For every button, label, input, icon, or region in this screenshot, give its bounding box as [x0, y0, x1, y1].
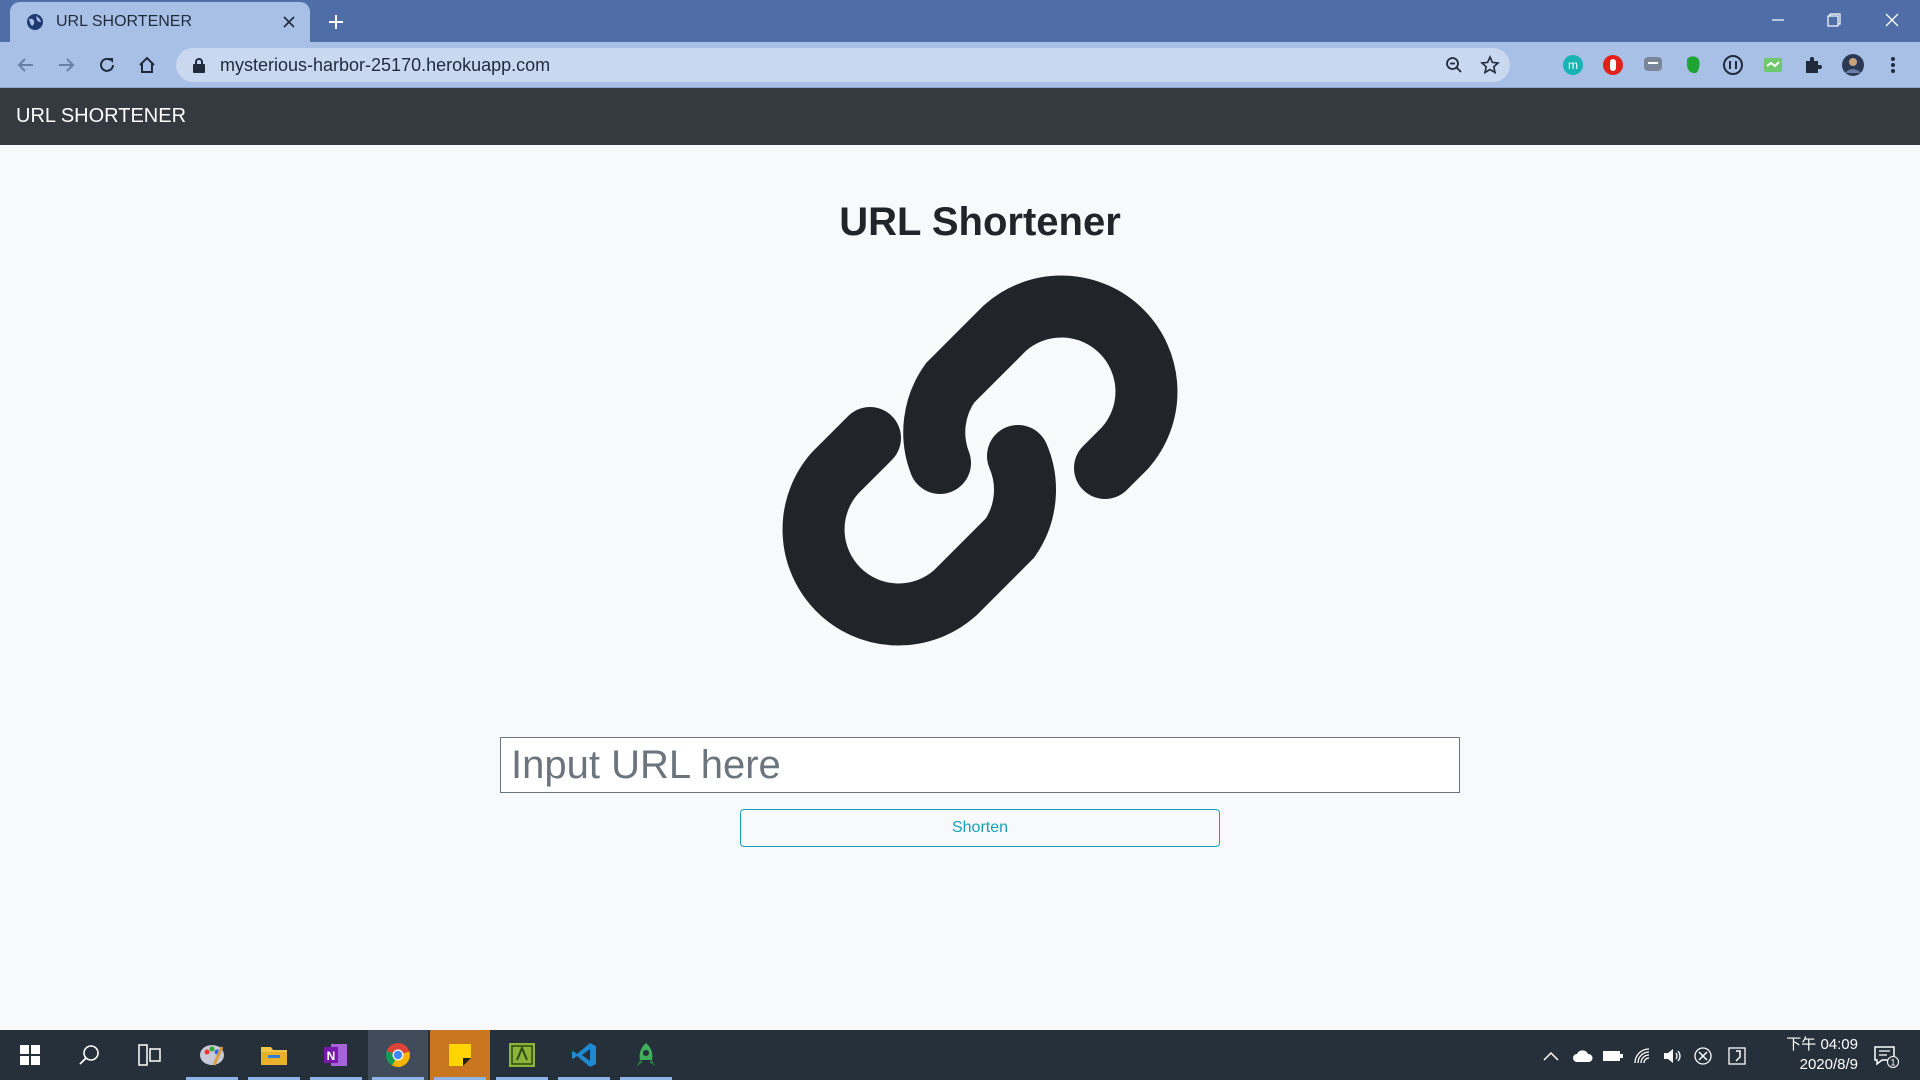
profile-avatar[interactable] — [1841, 53, 1865, 77]
paint-icon[interactable] — [182, 1030, 242, 1080]
lock-icon — [193, 58, 205, 73]
volume-icon[interactable] — [1662, 1045, 1684, 1067]
chevron-up-icon[interactable] — [1540, 1045, 1562, 1067]
menu-icon[interactable] — [1881, 53, 1905, 77]
ime-cancel-icon[interactable] — [1692, 1045, 1714, 1067]
app-rocket-icon[interactable] — [616, 1030, 676, 1080]
clock-date: 2020/8/9 — [1799, 1056, 1858, 1073]
restore-icon[interactable] — [1806, 0, 1862, 40]
page-title: URL Shortener — [839, 200, 1121, 244]
forward-icon[interactable] — [50, 49, 82, 81]
reload-icon[interactable] — [91, 49, 123, 81]
globe-icon — [27, 14, 43, 30]
onedrive-icon[interactable] — [1572, 1045, 1594, 1067]
home-icon[interactable] — [131, 49, 163, 81]
close-window-icon[interactable] — [1864, 0, 1920, 40]
ext-chat-icon[interactable] — [1641, 53, 1665, 77]
taskbar: N 下午 04:09 2020/8/9 1 — [0, 1030, 1920, 1080]
back-icon[interactable] — [10, 49, 42, 81]
notification-count: 1 — [1890, 1058, 1895, 1068]
app-green-icon[interactable] — [492, 1030, 552, 1080]
site-navbar: URL SHORTENER — [0, 88, 1920, 145]
browser-tab[interactable]: URL SHORTENER — [10, 2, 310, 42]
action-center-icon[interactable]: 1 — [1870, 1040, 1902, 1072]
battery-icon[interactable] — [1602, 1045, 1624, 1067]
svg-text:m: m — [1568, 58, 1578, 72]
ext-circle-icon[interactable] — [1721, 53, 1745, 77]
svg-text:N: N — [327, 1049, 336, 1063]
close-tab-icon[interactable] — [278, 11, 300, 33]
extensions-puzzle-icon[interactable] — [1801, 53, 1825, 77]
navbar-brand[interactable]: URL SHORTENER — [16, 88, 186, 145]
search-icon[interactable] — [60, 1030, 120, 1080]
browser-toolbar: mysterious-harbor-25170.herokuapp.com m — [0, 42, 1920, 88]
keyboard-input-icon[interactable] — [1726, 1045, 1748, 1067]
minimize-icon[interactable] — [1750, 0, 1806, 40]
task-view-icon[interactable] — [120, 1030, 180, 1080]
browser-tabstrip: URL SHORTENER — [0, 0, 1920, 42]
taskbar-clock[interactable]: 下午 04:09 2020/8/9 — [1758, 1035, 1858, 1075]
bookmark-star-icon[interactable] — [1474, 49, 1506, 81]
ext-red-icon[interactable] — [1601, 53, 1625, 77]
file-explorer-icon[interactable] — [244, 1030, 304, 1080]
url-input[interactable] — [500, 737, 1460, 793]
url-text: mysterious-harbor-25170.herokuapp.com — [220, 54, 551, 75]
clock-time: 下午 04:09 — [1786, 1036, 1858, 1053]
chrome-icon[interactable] — [368, 1030, 428, 1080]
address-bar[interactable]: mysterious-harbor-25170.herokuapp.com — [176, 48, 1510, 82]
zoom-icon[interactable] — [1438, 49, 1470, 81]
start-icon[interactable] — [0, 1030, 60, 1080]
onenote-icon[interactable]: N — [306, 1030, 366, 1080]
sticky-notes-icon[interactable] — [430, 1030, 490, 1080]
wifi-icon[interactable] — [1632, 1045, 1654, 1067]
ext-green-icon[interactable] — [1761, 53, 1785, 77]
ext-m-icon[interactable]: m — [1561, 53, 1585, 77]
shorten-button[interactable]: Shorten — [740, 809, 1220, 847]
link-icon — [782, 275, 1178, 646]
evernote-icon[interactable] — [1681, 53, 1705, 77]
vscode-icon[interactable] — [554, 1030, 614, 1080]
new-tab-icon[interactable] — [322, 8, 350, 36]
tab-title: URL SHORTENER — [56, 13, 193, 30]
